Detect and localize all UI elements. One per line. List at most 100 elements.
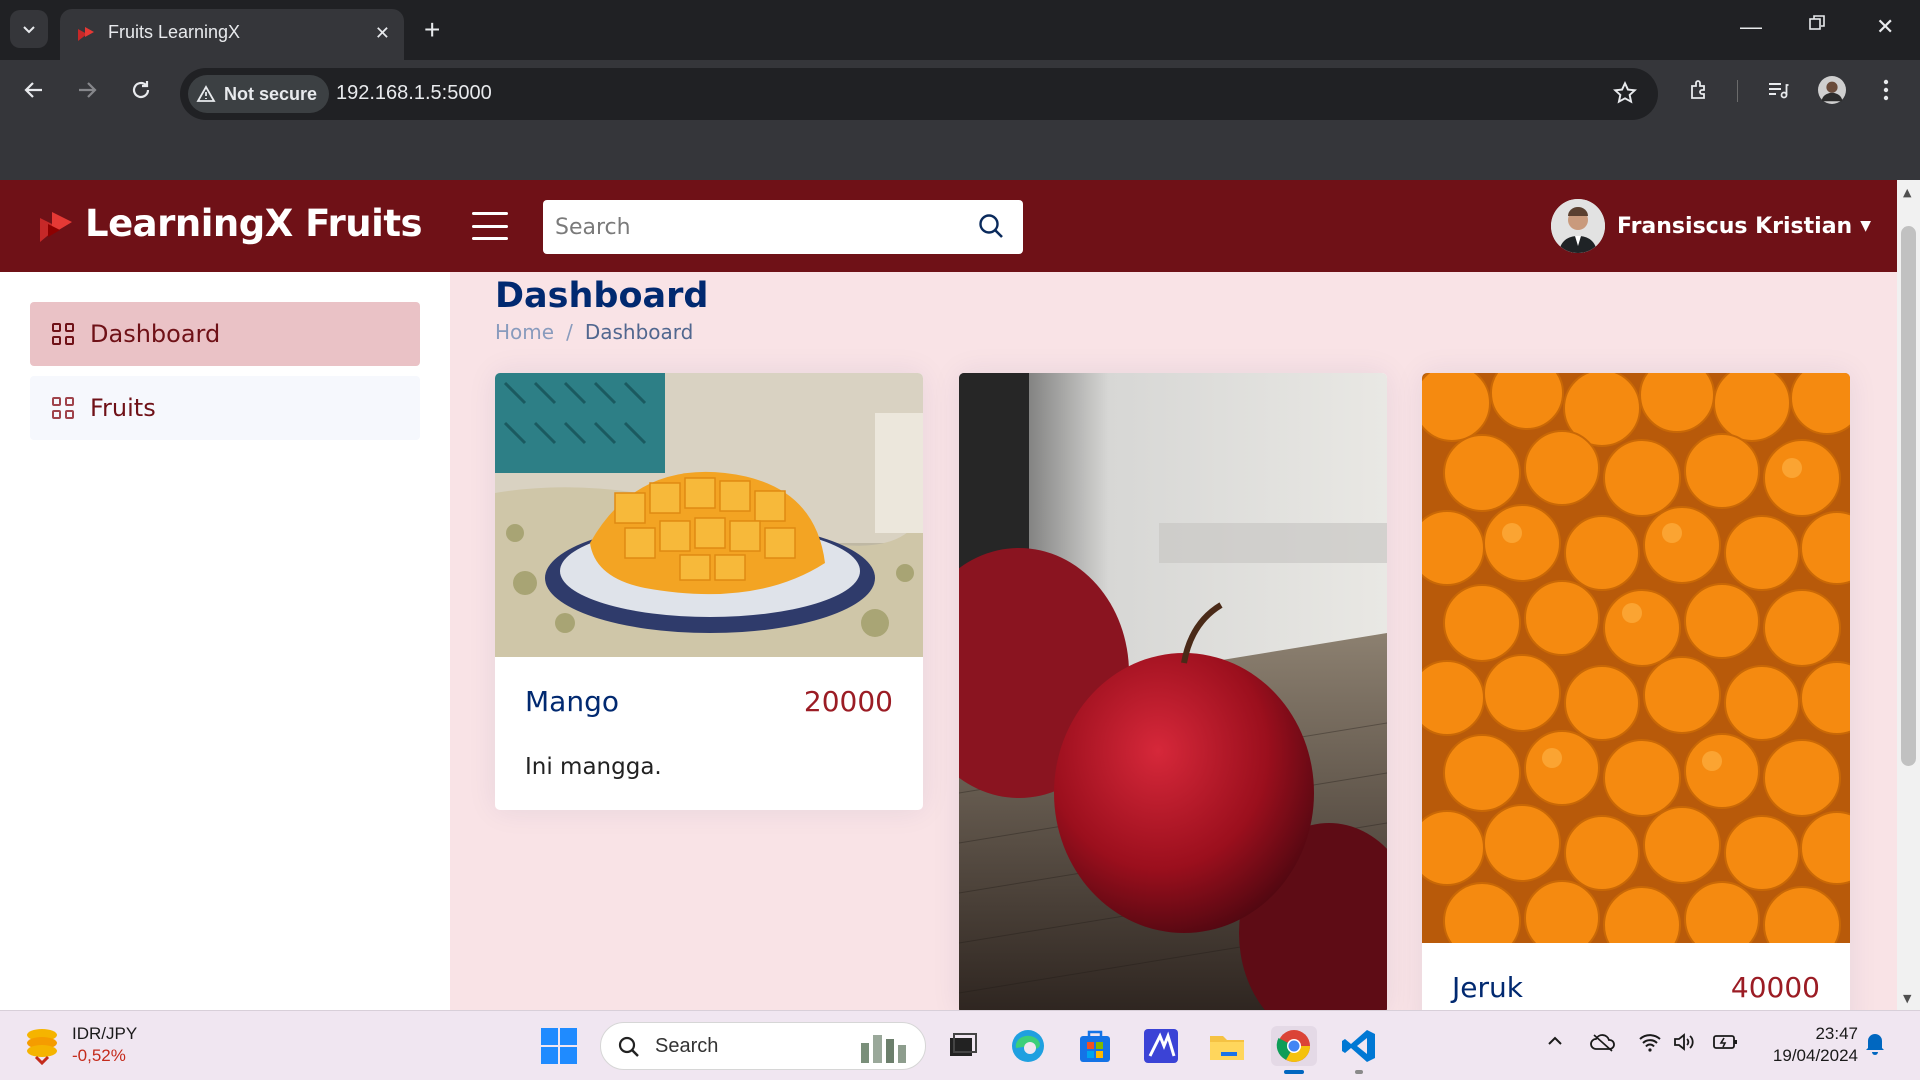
minimize-button[interactable]: —: [1740, 14, 1762, 40]
security-chip[interactable]: Not secure: [188, 75, 330, 113]
taskbar-clock[interactable]: 23:47 19/04/2024: [1773, 1023, 1858, 1067]
edge-app-button[interactable]: [1008, 1026, 1048, 1066]
sidebar-item-dashboard[interactable]: Dashboard: [30, 302, 420, 366]
notifications-button[interactable]: [1864, 1031, 1886, 1060]
sidebar-toggle-button[interactable]: [472, 212, 508, 240]
back-button[interactable]: [20, 76, 48, 104]
app-header: LearningX Fruits Fransiscus Kristian ▼: [0, 180, 1897, 272]
windows-taskbar: IDR/JPY -0,52% Search 23:47 19/04/2024: [0, 1010, 1920, 1080]
widget-text: IDR/JPY -0,52%: [72, 1023, 137, 1067]
browser-menu-button[interactable]: [1872, 76, 1900, 104]
learningx-favicon-icon: [78, 27, 94, 41]
page-scrollbar[interactable]: ▲ ▼: [1897, 180, 1920, 1010]
speaker-icon: [1674, 1033, 1694, 1051]
cloud-icon: [1590, 1034, 1615, 1052]
user-name: Fransiscus Kristian: [1616, 213, 1853, 239]
chevron-up-icon: [1548, 1036, 1562, 1045]
search-highlight-icon: [861, 1035, 906, 1063]
fruit-card-apple[interactable]: [959, 373, 1387, 1010]
sidebar-item-label: Fruits: [90, 394, 156, 422]
toolbar-divider: [1737, 80, 1738, 102]
store-app-button[interactable]: [1075, 1026, 1115, 1066]
reload-button[interactable]: [127, 76, 155, 104]
arrow-left-icon: [24, 82, 42, 98]
hamburger-line: [472, 224, 508, 228]
currency-widget[interactable]: IDR/JPY -0,52%: [24, 1023, 137, 1067]
brand-title[interactable]: LearningX Fruits: [85, 202, 423, 245]
chevron-down-icon: [23, 26, 35, 34]
card-header: Mango 20000: [525, 685, 893, 718]
user-profile-dropdown[interactable]: Fransiscus Kristian ▼: [1550, 199, 1871, 253]
breadcrumb: Home / Dashboard: [495, 320, 693, 344]
oranges-photo: [1422, 373, 1850, 943]
card-price: 20000: [803, 685, 893, 718]
forward-button[interactable]: [73, 76, 101, 104]
chrome-app-button[interactable]: [1271, 1026, 1317, 1074]
new-tab-button[interactable]: +: [424, 16, 440, 44]
card-body: Jeruk 40000: [1422, 943, 1850, 1010]
chrome-icon: [1276, 1030, 1310, 1062]
task-view-button[interactable]: [942, 1026, 982, 1066]
search-icon: [979, 214, 1003, 238]
profile-avatar-icon: [1818, 76, 1846, 104]
wifi-button[interactable]: [1638, 1032, 1662, 1057]
grid-icon: [52, 323, 74, 345]
extensions-button[interactable]: [1685, 76, 1713, 104]
restore-icon: [1809, 15, 1825, 30]
more-vertical-icon: [1883, 79, 1889, 101]
file-explorer-button[interactable]: [1207, 1026, 1247, 1066]
search-input[interactable]: [555, 200, 955, 254]
currency-pair: IDR/JPY: [72, 1024, 138, 1043]
fruit-card-mango[interactable]: Mango 20000 Ini mangga.: [495, 373, 923, 810]
learningx-logo-icon[interactable]: [38, 210, 74, 244]
apple-photo: [959, 373, 1387, 1010]
address-bar[interactable]: Not secure 192.168.1.5:5000: [180, 68, 1658, 120]
tab-title: Fruits LearningX: [108, 22, 241, 42]
breadcrumb-current: Dashboard: [584, 320, 694, 344]
browser-tab-strip: Fruits LearningX ✕ + — ✕: [0, 0, 1920, 60]
arrow-right-icon: [79, 82, 97, 98]
tab-search-button[interactable]: [10, 10, 48, 48]
browser-profile-button[interactable]: [1818, 76, 1846, 104]
browser-toolbar-spacer: [0, 120, 1920, 180]
scroll-thumb[interactable]: [1901, 226, 1916, 766]
restore-button[interactable]: [1808, 14, 1826, 37]
sidebar-item-label: Dashboard: [90, 320, 221, 348]
url-text[interactable]: 192.168.1.5:5000: [336, 82, 492, 105]
grid-icon: [52, 397, 74, 419]
hamburger-line: [472, 237, 508, 240]
breadcrumb-home-link[interactable]: Home: [495, 320, 554, 344]
page-title: Dashboard: [495, 276, 709, 316]
dev-tool-icon: [1144, 1029, 1178, 1063]
media-control-button[interactable]: [1764, 76, 1792, 104]
sidebar-item-fruits[interactable]: Fruits: [30, 376, 420, 440]
browser-toolbar: Not secure 192.168.1.5:5000: [0, 60, 1920, 120]
vscode-app-button[interactable]: [1339, 1026, 1379, 1074]
battery-button[interactable]: [1712, 1032, 1740, 1057]
close-window-button[interactable]: ✕: [1876, 14, 1894, 40]
onedrive-button[interactable]: [1590, 1032, 1616, 1057]
breadcrumb-separator: /: [566, 320, 573, 344]
folder-icon: [1210, 1036, 1244, 1060]
show-hidden-icons-button[interactable]: [1546, 1032, 1564, 1055]
tab-close-icon[interactable]: ✕: [375, 23, 390, 44]
clock-date: 19/04/2024: [1772, 1046, 1858, 1065]
sidebar: Dashboard Fruits: [0, 272, 450, 1010]
fruit-card-jeruk[interactable]: Jeruk 40000: [1422, 373, 1850, 1010]
taskbar-search-label: Search: [655, 1035, 719, 1057]
search-icon: [618, 1036, 639, 1057]
search-button[interactable]: [977, 212, 1005, 244]
vs-dev-app-button[interactable]: [1141, 1026, 1181, 1066]
taskbar-search[interactable]: Search: [600, 1022, 926, 1070]
bookmark-star-icon[interactable]: [1612, 80, 1638, 110]
card-title: Mango: [525, 685, 619, 718]
card-body: Mango 20000 Ini mangga.: [495, 657, 923, 810]
start-button[interactable]: [541, 1028, 577, 1068]
volume-button[interactable]: [1672, 1032, 1696, 1057]
hamburger-line: [472, 212, 508, 215]
caret-down-icon: ▼: [1860, 218, 1871, 234]
search-form: [543, 200, 1023, 254]
browser-tab[interactable]: Fruits LearningX ✕: [60, 9, 404, 60]
scroll-up-icon[interactable]: ▲: [1903, 186, 1911, 199]
scroll-down-icon[interactable]: ▼: [1903, 992, 1911, 1005]
